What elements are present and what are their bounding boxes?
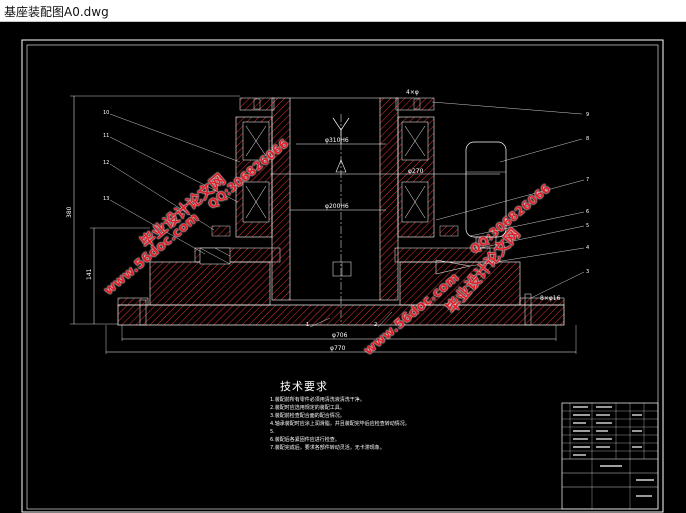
window-title: 基座装配图A0.dwg: [4, 5, 109, 19]
lower-housing-left: [149, 261, 271, 306]
top-flange-right: [395, 97, 435, 111]
part-label-7: 7: [586, 177, 589, 183]
dim-bottom-right: 8×φ16: [540, 295, 561, 302]
part-label-6: 6: [586, 209, 589, 215]
technical-requirements: 技术要求 1.装配前所有零件必须用清洗液清洗干净。 2.装配时应选用规定的装配工…: [270, 378, 530, 452]
column-wall-left: [271, 97, 291, 301]
technical-requirements-heading: 技术要求: [280, 380, 328, 393]
cad-drawing-viewport[interactable]: φ310H6 φ270 φ200H6 φ706 φ770 380 141 4×φ…: [0, 22, 686, 513]
part-label-10: 10: [103, 110, 109, 116]
top-flange-left: [239, 97, 275, 111]
dim-d-base2: φ770: [330, 345, 346, 352]
tech-note-2: 2.装配时应选用规定的装配工具。: [270, 405, 345, 411]
part-label-1: 1: [306, 322, 309, 328]
lower-housing-gap-right: [394, 247, 491, 263]
part-label-13: 13: [103, 196, 109, 202]
dim-top-right: 4×φ: [406, 89, 419, 96]
dim-d-top: φ310H6: [325, 137, 349, 144]
dim-h-side: 141: [86, 268, 93, 280]
title-block: [561, 402, 659, 510]
part-label-2: 2: [374, 322, 377, 328]
part-label-8: 8: [586, 136, 589, 142]
side-motor: [465, 141, 507, 238]
dim-d-mid: φ270: [408, 168, 424, 175]
column-wall-right: [379, 97, 399, 301]
part-label-12: 12: [103, 160, 109, 166]
part-label-3: 3: [586, 269, 589, 275]
tech-note-4: 4.轴承装配时应涂上润滑脂，并且装配完毕后应检查转动情况。: [270, 421, 410, 427]
tech-note-6: 6.装配后各紧固件应进行检查。: [270, 437, 340, 443]
window-titlebar: 基座装配图A0.dwg: [0, 0, 686, 22]
dim-d-base1: φ706: [332, 332, 348, 339]
tech-note-7: 7.装配完成后，要求各部件转动灵活，无卡滞现象。: [270, 445, 385, 451]
part-label-11: 11: [103, 133, 109, 139]
dim-h-total: 380: [66, 206, 73, 218]
tech-note-3: 3.装配前检查配合面的配合情况。: [270, 413, 345, 419]
base-plate: [117, 304, 565, 326]
part-label-4: 4: [586, 245, 589, 251]
tech-note-1: 1.装配前所有零件必须用清洗液清洗干净。: [270, 397, 365, 403]
tech-note-5: 5.: [270, 429, 275, 435]
base-foot-left: [117, 297, 149, 306]
part-label-5: 5: [586, 223, 589, 229]
part-label-9: 9: [586, 112, 589, 118]
dim-d-inner: φ200H6: [325, 203, 349, 210]
